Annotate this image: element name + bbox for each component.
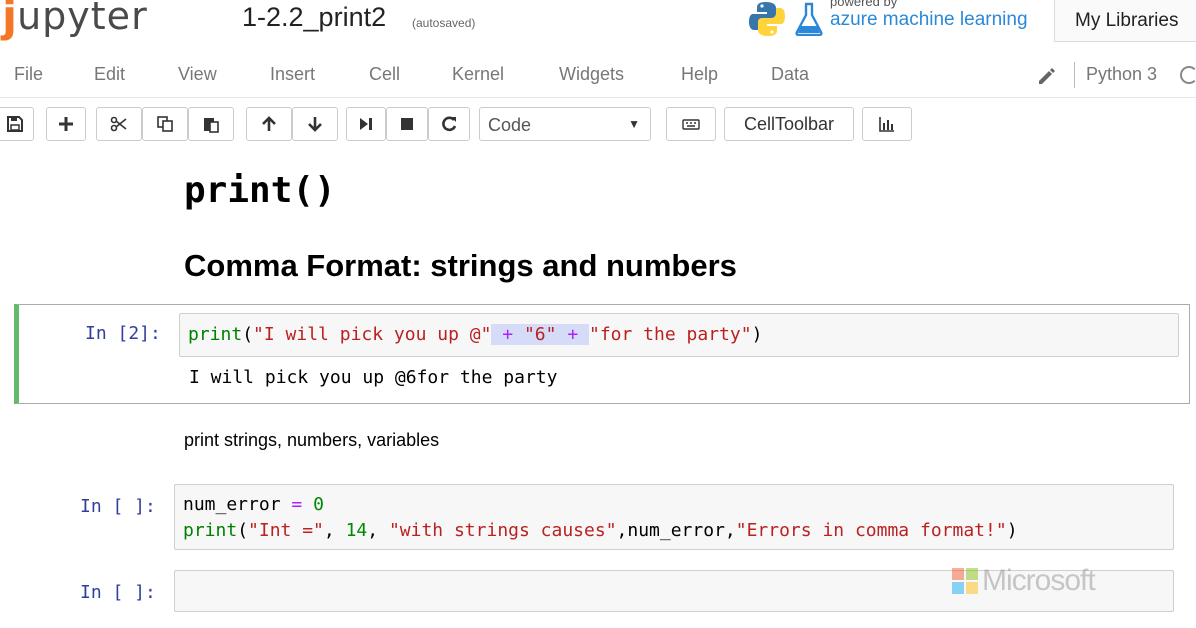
main-toolbar: Code ▼ CellToolbar — [0, 98, 1196, 154]
cut-icon — [110, 116, 127, 132]
paste-button[interactable] — [188, 107, 234, 141]
run-cell-button[interactable] — [346, 107, 386, 141]
code-input[interactable]: print("I will pick you up @" + "6" + "fo… — [179, 313, 1179, 357]
code-token: "Errors in comma format!" — [735, 520, 1007, 541]
markdown-note[interactable]: print strings, numbers, variables — [184, 430, 439, 451]
cell-prompt: In [2]: — [85, 323, 161, 344]
move-down-button[interactable] — [292, 107, 338, 141]
restart-icon — [442, 116, 457, 132]
notebook-header: j upyter 1-2.2_print2 (autosaved) powered… — [0, 0, 1196, 48]
cell-prompt: In [ ]: — [80, 582, 156, 603]
code-token: "with strings causes" — [388, 520, 617, 541]
jupyter-logo[interactable]: j upyter — [2, 0, 148, 42]
powered-by-label: powered by — [830, 0, 898, 9]
markdown-subtitle[interactable]: Comma Format: strings and numbers — [184, 248, 737, 284]
code-token: num_error — [183, 494, 281, 515]
cut-button[interactable] — [96, 107, 142, 141]
code-token: ( — [237, 520, 249, 541]
code-token: , — [367, 520, 389, 541]
chart-icon — [879, 117, 894, 132]
code-token: 14 — [345, 520, 368, 541]
cell-type-select[interactable]: Code ▼ — [479, 107, 651, 141]
code-line: print("Int =", 14, "with strings causes"… — [183, 518, 1173, 544]
menu-file[interactable]: File — [14, 64, 43, 85]
menu-help[interactable]: Help — [681, 64, 718, 85]
plus-icon — [59, 117, 73, 131]
flask-icon — [795, 2, 823, 36]
jupyter-logo-text: upyter — [17, 0, 148, 38]
cell-output: I will pick you up @6for the party — [189, 367, 558, 388]
kernel-name[interactable]: Python 3 — [1086, 64, 1157, 85]
notebook-name[interactable]: 1-2.2_print2 — [242, 2, 386, 33]
move-up-button[interactable] — [246, 107, 292, 141]
code-token: , — [323, 520, 346, 541]
stop-icon — [401, 118, 413, 130]
menu-insert[interactable]: Insert — [270, 64, 315, 85]
menu-bar: File Edit View Insert Cell Kernel Widget… — [0, 50, 1196, 98]
code-token: ( — [242, 324, 254, 345]
arrow-up-icon — [262, 116, 276, 131]
code-token: = — [280, 494, 314, 515]
edit-mode-pencil-icon — [1039, 68, 1055, 84]
code-line: num_error = 0 — [183, 492, 1173, 518]
code-token: "for the party" — [589, 324, 752, 345]
kernel-status-icon — [1180, 66, 1196, 84]
code-token: + — [556, 324, 589, 345]
autosave-status: (autosaved) — [412, 16, 476, 30]
jupyter-logo-j: j — [2, 0, 18, 42]
notebook-container: print() Comma Format: strings and number… — [0, 154, 1196, 628]
code-token: print — [188, 324, 243, 345]
my-libraries-button[interactable]: My Libraries — [1054, 0, 1196, 42]
menu-data[interactable]: Data — [771, 64, 809, 85]
run-icon — [360, 118, 372, 130]
azure-ml-branding: powered by azure machine learning — [748, 0, 1038, 40]
microsoft-watermark: Microsoft — [952, 564, 1142, 598]
code-token: "6" — [523, 324, 557, 345]
cell-prompt: In [ ]: — [80, 496, 156, 517]
code-token: ) — [751, 324, 763, 345]
dropdown-arrow-icon: ▼ — [628, 117, 640, 131]
menu-cell[interactable]: Cell — [369, 64, 400, 85]
code-line: print("I will pick you up @" + "6" + "fo… — [188, 322, 1178, 348]
command-palette-button[interactable] — [666, 107, 716, 141]
code-cell-selected[interactable]: In [2]: print("I will pick you up @" + "… — [14, 304, 1190, 404]
copy-icon — [157, 116, 173, 132]
code-token: ) — [1006, 520, 1018, 541]
code-token: "I will pick you up @" — [253, 324, 492, 345]
menu-kernel[interactable]: Kernel — [452, 64, 504, 85]
code-token: print — [183, 520, 238, 541]
microsoft-watermark-text: Microsoft — [982, 564, 1096, 597]
code-input[interactable]: num_error = 0 print("Int =", 14, "with s… — [174, 484, 1174, 550]
interrupt-kernel-button[interactable] — [386, 107, 428, 141]
menu-edit[interactable]: Edit — [94, 64, 125, 85]
menu-widgets[interactable]: Widgets — [559, 64, 624, 85]
keyboard-icon — [682, 119, 700, 130]
save-icon — [7, 116, 23, 132]
arrow-down-icon — [308, 117, 322, 132]
microsoft-logo-icon — [952, 568, 978, 594]
menu-view[interactable]: View — [178, 64, 217, 85]
markdown-title[interactable]: print() — [184, 170, 336, 211]
python-logo-icon — [749, 2, 785, 36]
save-button[interactable] — [0, 107, 34, 141]
paste-icon — [204, 118, 219, 133]
code-cell[interactable]: In [ ]: num_error = 0 print("Int =", 14,… — [14, 480, 1190, 554]
insert-cell-button[interactable] — [46, 107, 86, 141]
celltoolbar-button[interactable]: CellToolbar — [724, 107, 854, 141]
code-token: "Int =" — [248, 520, 324, 541]
code-token: ,num_error, — [616, 520, 736, 541]
kernel-divider — [1074, 62, 1075, 88]
code-token: + — [491, 324, 524, 345]
cell-type-value: Code — [488, 115, 532, 135]
copy-button[interactable] — [142, 107, 188, 141]
azure-ml-label: azure machine learning — [830, 9, 1028, 30]
code-token: 0 — [313, 494, 324, 515]
restart-kernel-button[interactable] — [428, 107, 470, 141]
chart-button[interactable] — [862, 107, 912, 141]
